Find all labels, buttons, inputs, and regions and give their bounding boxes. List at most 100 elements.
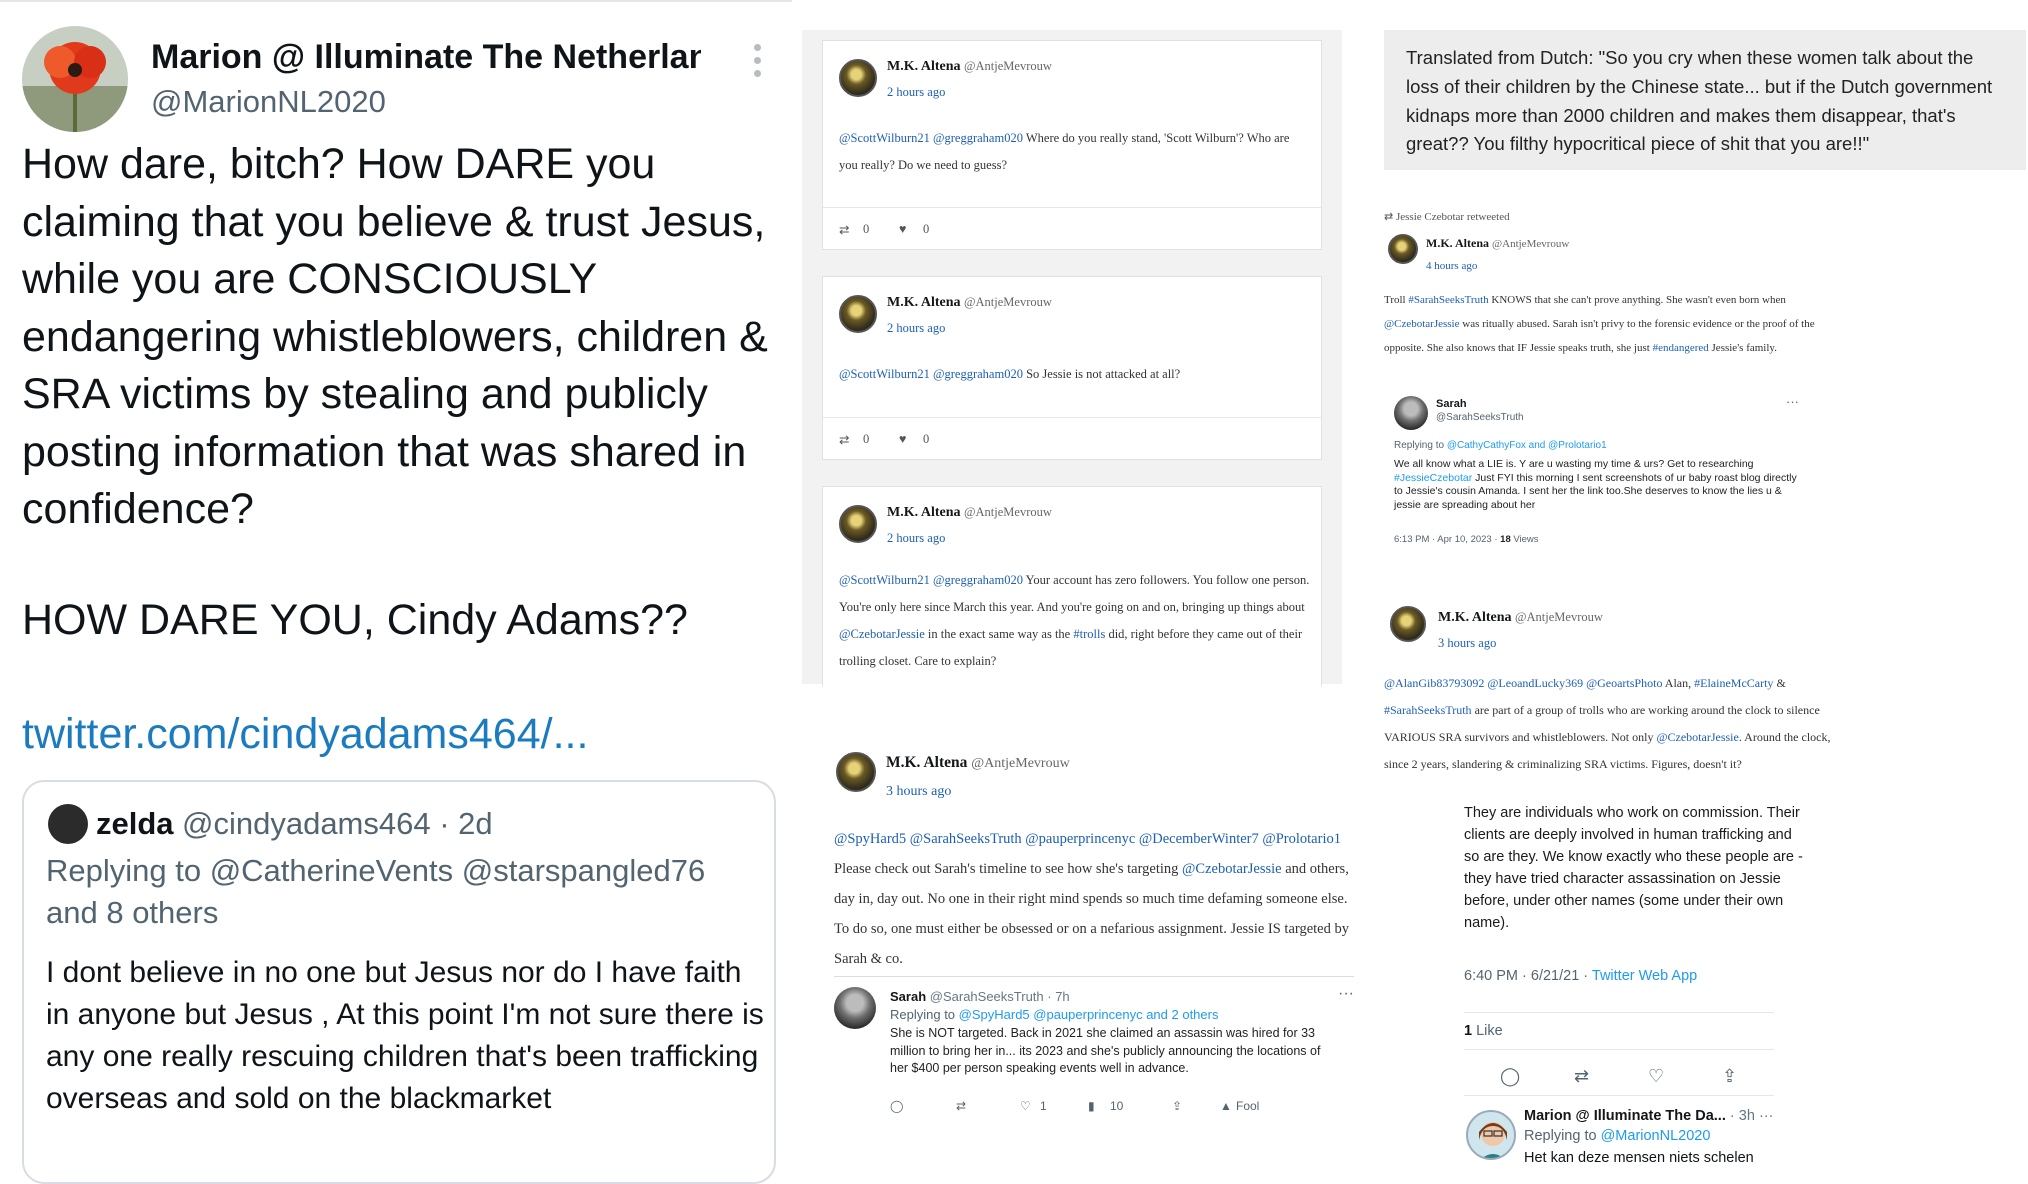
embedded-tweet[interactable]: Sarah @SarahSeeksTruth ··· Replying to @…	[1394, 394, 1814, 564]
quoted-replying-to: Replying to @CatherineVents @starspangle…	[46, 853, 706, 930]
hashtag-link[interactable]: #SarahSeeksTruth	[1408, 294, 1488, 306]
mentions-link[interactable]: @ScottWilburn21 @greggraham020	[839, 131, 1023, 145]
translate-label[interactable]: Fool	[1236, 1099, 1259, 1113]
reply-icon[interactable]: ◯	[1500, 1066, 1520, 1087]
views-label: Views	[1510, 534, 1539, 545]
share-icon[interactable]: ⇪	[1722, 1066, 1737, 1087]
comment-with-quote: M.K. Altena @AntjeMevrouw 3 hours ago @A…	[1384, 592, 2028, 1182]
more-options-icon[interactable]: ···	[1338, 985, 1354, 1003]
mention-link[interactable]: @CzebotarJessie	[1656, 730, 1738, 744]
comment-cards: M.K. Altena @AntjeMevrouw 2 hours ago @S…	[802, 30, 1342, 686]
embedded-replying-to: Replying to @SpyHard5 @pauperprincenyc a…	[890, 1007, 1218, 1022]
retweet-icon[interactable]: ⇄	[1574, 1066, 1589, 1087]
translation-note: Translated from Dutch: "So you cry when …	[1384, 30, 2026, 170]
hashtag-link[interactable]: #ElaineMcCarty	[1694, 676, 1773, 690]
tweet-text: How dare, bitch? How DARE you claiming t…	[22, 140, 768, 533]
comment-time[interactable]: 3 hours ago	[1438, 636, 1496, 651]
commenter-name[interactable]: M.K. Altena @AntjeMevrouw	[887, 295, 1052, 311]
reply-name[interactable]: Marion @ Illuminate The Da...	[1524, 1108, 1726, 1124]
like-count: 0	[923, 222, 930, 236]
embedded-name: Sarah	[890, 989, 927, 1004]
name-text: M.K. Altena	[887, 295, 961, 310]
comment-time[interactable]: 3 hours ago	[886, 784, 951, 800]
commenter-name[interactable]: M.K. Altena @AntjeMevrouw	[887, 505, 1052, 521]
commenter-name[interactable]: M.K. Altena @AntjeMevrouw	[1426, 236, 1569, 251]
comment-card: M.K. Altena @AntjeMevrouw 2 hours ago @S…	[822, 486, 1322, 686]
like-summary[interactable]: 1 Like	[1464, 1012, 1774, 1050]
handle-text: @AntjeMevrouw	[1492, 238, 1570, 250]
author-name[interactable]: Marion @ Illuminate The Netherlan...	[151, 38, 701, 77]
heart-icon[interactable]: ♡	[1648, 1066, 1664, 1087]
reply-icon[interactable]: ◯	[890, 1099, 903, 1113]
mentions-link[interactable]: @SpyHard5 @SarahSeeksTruth @pauperprince…	[834, 831, 1341, 847]
embedded-text: We all know what a LIE is. Y are u wasti…	[1394, 458, 1804, 512]
comment-time[interactable]: 2 hours ago	[887, 321, 945, 336]
reply-replying-to: Replying to @MarionNL2020	[1524, 1128, 1710, 1144]
comment-time[interactable]: 2 hours ago	[887, 531, 945, 546]
comment-with-embed: M.K. Altena @AntjeMevrouw 3 hours ago @S…	[822, 744, 1354, 1126]
commenter-avatar[interactable]	[1388, 234, 1418, 264]
commenter-name[interactable]: M.K. Altena @AntjeMevrouw	[886, 754, 1070, 772]
tweet-link[interactable]: twitter.com/cindyadams464/...	[22, 710, 588, 759]
comment-card: M.K. Altena @AntjeMevrouw 2 hours ago @S…	[822, 40, 1322, 250]
translate-icon[interactable]: ▲	[1220, 1099, 1232, 1113]
replying-users-link[interactable]: @CathyCathyFox and @Prolotario1	[1447, 440, 1607, 451]
embedded-avatar	[1394, 396, 1428, 430]
retweet-icon[interactable]: ⇄	[956, 1099, 966, 1113]
mentions-link[interactable]: @ScottWilburn21 @greggraham020	[839, 367, 1023, 381]
reply-tweet[interactable]: Marion @ Illuminate The Da... · 3h ··· R…	[1466, 1102, 1786, 1182]
views-icon[interactable]: ▮	[1088, 1099, 1095, 1113]
like-count: 1	[1040, 1099, 1047, 1113]
embedded-name: Sarah	[1436, 398, 1467, 410]
body-text: Troll	[1384, 294, 1409, 306]
more-options-icon[interactable]	[754, 44, 762, 83]
hashtag-link[interactable]: #JessieCzebotar	[1394, 472, 1472, 484]
comment-time[interactable]: 4 hours ago	[1426, 260, 1477, 272]
commenter-avatar[interactable]	[1390, 606, 1426, 642]
more-options-icon[interactable]: ···	[1759, 1108, 1774, 1124]
commenter-avatar[interactable]	[839, 59, 877, 97]
hashtag-link[interactable]: #SarahSeeksTruth	[1384, 703, 1472, 717]
hashtag-link[interactable]: #endangered	[1653, 342, 1709, 354]
commenter-avatar[interactable]	[836, 752, 876, 792]
quoted-tweet[interactable]: zelda @cindyadams464 · 2d Replying to @C…	[22, 780, 776, 1184]
name-text: M.K. Altena	[887, 505, 961, 520]
retweet-count: 0	[863, 432, 870, 446]
mentions-link[interactable]: @ScottWilburn21 @greggraham020	[839, 573, 1023, 587]
source-app-link[interactable]: Twitter Web App	[1592, 968, 1697, 984]
mention-link[interactable]: @CzebotarJessie	[839, 627, 925, 641]
commenter-name[interactable]: M.K. Altena @AntjeMevrouw	[887, 59, 1052, 75]
hashtag-link[interactable]: #trolls	[1073, 627, 1105, 641]
view-count: 18	[1500, 534, 1511, 545]
main-tweet: Marion @ Illuminate The Netherlan... @Ma…	[0, 0, 792, 1184]
comment-text: @ScottWilburn21 @greggraham020 So Jessie…	[839, 361, 1311, 388]
quoted-text: I dont believe in no one but Jesus nor d…	[46, 956, 764, 1115]
body-text: We all know what a LIE is. Y are u wasti…	[1394, 458, 1754, 470]
retweet-icon[interactable]: ⇄	[839, 432, 849, 448]
commenter-avatar[interactable]	[839, 505, 877, 543]
retweeted-by-text: Jessie Czebotar retweeted	[1395, 211, 1510, 223]
share-icon[interactable]: ⇪	[1172, 1099, 1182, 1113]
heart-icon[interactable]: ♥	[899, 222, 906, 237]
comment-text: Troll #SarahSeeksTruth KNOWS that she ca…	[1384, 288, 1844, 360]
more-options-icon[interactable]: ···	[1786, 394, 1799, 409]
replying-prefix: Replying to	[890, 1007, 959, 1022]
embedded-tweet[interactable]: Sarah @SarahSeeksTruth · 7h ··· Replying…	[834, 976, 1354, 1126]
comment-time[interactable]: 2 hours ago	[887, 85, 945, 100]
author-avatar[interactable]	[22, 26, 128, 132]
comment-card: M.K. Altena @AntjeMevrouw 2 hours ago @S…	[822, 276, 1322, 460]
mentions-link[interactable]: @AlanGib83793092 @LeoandLucky369 @Geoart…	[1384, 676, 1662, 690]
heart-icon[interactable]: ♡	[1020, 1099, 1031, 1113]
replying-users-link[interactable]: @SpyHard5 @pauperprincenyc and 2 others	[959, 1007, 1219, 1022]
retweet-count: 0	[863, 222, 870, 236]
commenter-name[interactable]: M.K. Altena @AntjeMevrouw	[1438, 610, 1603, 626]
embedded-actions: ◯ ⇄ ♡ 1 ▮ 10 ⇪ ▲ Fool	[890, 1099, 1350, 1119]
replying-user-link[interactable]: @MarionNL2020	[1601, 1128, 1711, 1144]
mention-link[interactable]: @CzebotarJessie	[1384, 318, 1460, 330]
retweet-icon: ⇄	[1384, 211, 1394, 223]
heart-icon[interactable]: ♥	[899, 432, 906, 447]
commenter-avatar[interactable]	[839, 295, 877, 333]
author-handle[interactable]: @MarionNL2020	[151, 84, 386, 120]
retweet-icon[interactable]: ⇄	[839, 222, 849, 238]
mention-link[interactable]: @CzebotarJessie	[1182, 861, 1282, 877]
